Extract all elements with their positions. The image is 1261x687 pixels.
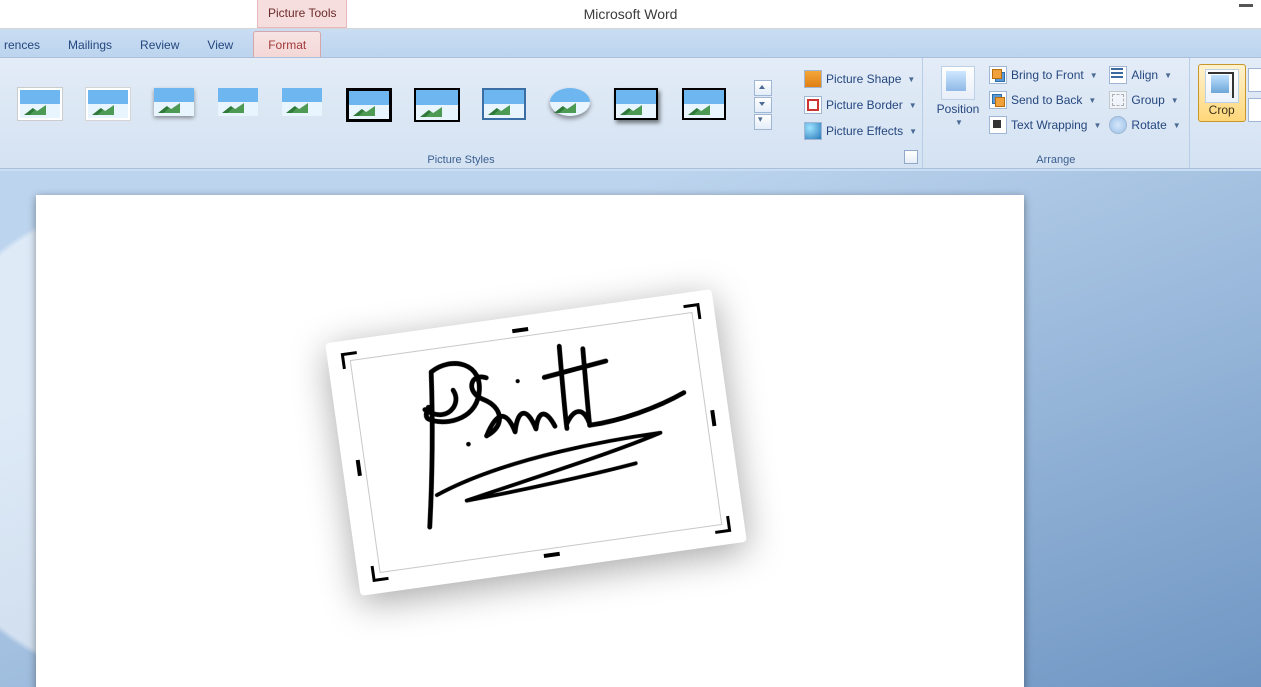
position-icon [941, 66, 975, 100]
minimize-icon[interactable] [1239, 4, 1253, 7]
text-wrapping-icon [989, 116, 1007, 134]
chevron-down-icon: ▼ [1093, 121, 1101, 130]
picture-border-label: Picture Border [826, 98, 903, 112]
crop-handle-bottom-left[interactable] [370, 557, 395, 582]
bring-to-front-button[interactable]: Bring to Front ▼ [987, 64, 1103, 86]
gallery-spinner [754, 80, 772, 131]
tab-view[interactable]: View [193, 32, 247, 57]
picture-effects-icon [804, 122, 822, 140]
chevron-down-icon: ▼ [1171, 96, 1179, 105]
chevron-down-icon: ▼ [1164, 71, 1172, 80]
crop-handle-top-left[interactable] [341, 350, 366, 375]
gallery-more[interactable] [754, 114, 772, 130]
app-title: Microsoft Word [584, 0, 678, 28]
tab-review[interactable]: Review [126, 32, 193, 57]
gallery-row-down[interactable] [754, 97, 772, 113]
align-label: Align [1131, 68, 1158, 82]
chevron-down-icon: ▼ [1088, 96, 1096, 105]
document-page[interactable] [36, 195, 1024, 687]
picture-styles-gallery: Picture Shape ▼ Picture Border ▼ Picture… [6, 62, 916, 142]
gallery-row-up[interactable] [754, 80, 772, 96]
group-label-arrange: Arrange [923, 154, 1189, 166]
crop-icon [1205, 69, 1239, 103]
chevron-down-icon: ▼ [1173, 121, 1181, 130]
send-to-back-label: Send to Back [1011, 93, 1082, 107]
picture-shape-button[interactable]: Picture Shape ▼ [802, 68, 919, 90]
height-input[interactable] [1248, 68, 1261, 92]
picture-border-button[interactable]: Picture Border ▼ [802, 94, 919, 116]
title-bar: Picture Tools Microsoft Word [0, 0, 1261, 29]
group-size: Crop [1190, 58, 1261, 168]
rotate-button[interactable]: Rotate ▼ [1107, 114, 1182, 136]
rotate-label: Rotate [1131, 118, 1166, 132]
picture-styles-dialog-launcher[interactable] [904, 150, 918, 164]
picture-style-11[interactable] [682, 88, 726, 122]
picture-style-1[interactable] [18, 88, 62, 122]
picture-effects-button[interactable]: Picture Effects ▼ [802, 120, 919, 142]
chevron-down-icon: ▼ [955, 118, 963, 127]
group-picture-styles: Picture Shape ▼ Picture Border ▼ Picture… [0, 58, 923, 168]
chevron-down-icon: ▼ [909, 127, 917, 136]
rotate-icon [1109, 116, 1127, 134]
group-label: Group [1131, 93, 1164, 107]
picture-style-9[interactable] [550, 88, 590, 122]
contextual-tab-picture-tools: Picture Tools [257, 0, 347, 28]
crop-handle-top-right[interactable] [677, 303, 702, 328]
group-label-picture-styles: Picture Styles [0, 154, 922, 166]
picture-adjust-menu: Picture Shape ▼ Picture Border ▼ Picture… [802, 68, 919, 142]
ribbon-tab-strip: rences Mailings Review View Format [0, 29, 1261, 58]
crop-label: Crop [1209, 103, 1235, 117]
document-background [0, 171, 1261, 687]
size-inputs [1248, 62, 1261, 128]
tab-mailings[interactable]: Mailings [54, 32, 126, 57]
picture-style-5[interactable] [282, 88, 322, 122]
group-button: Group ▼ [1107, 89, 1182, 111]
picture-shape-icon [804, 70, 822, 88]
picture-style-2[interactable] [86, 88, 130, 122]
picture-style-4[interactable] [218, 88, 258, 122]
text-wrapping-label: Text Wrapping [1011, 118, 1087, 132]
tab-format[interactable]: Format [253, 31, 321, 57]
bring-to-front-label: Bring to Front [1011, 68, 1084, 82]
align-button[interactable]: Align ▼ [1107, 64, 1182, 86]
crop-button[interactable]: Crop [1198, 64, 1246, 122]
width-input[interactable] [1248, 98, 1261, 122]
position-button[interactable]: Position ▼ [929, 62, 987, 168]
crop-handle-bottom-right[interactable] [706, 510, 731, 535]
chevron-down-icon: ▼ [1090, 71, 1098, 80]
picture-style-3[interactable] [154, 88, 194, 122]
bring-to-front-icon [989, 66, 1007, 84]
picture-style-8[interactable] [482, 88, 526, 122]
picture-shape-label: Picture Shape [826, 72, 901, 86]
position-label: Position [937, 102, 980, 116]
tab-references[interactable]: rences [0, 32, 54, 57]
send-to-back-icon [989, 91, 1007, 109]
ribbon: Picture Shape ▼ Picture Border ▼ Picture… [0, 58, 1261, 169]
chevron-down-icon: ▼ [909, 101, 917, 110]
chevron-down-icon: ▼ [907, 75, 915, 84]
picture-effects-label: Picture Effects [826, 124, 903, 138]
picture-style-7[interactable] [414, 88, 458, 122]
text-wrapping-button[interactable]: Text Wrapping ▼ [987, 114, 1103, 136]
group-icon [1109, 91, 1127, 109]
picture-style-6[interactable] [346, 88, 390, 122]
align-icon [1109, 66, 1127, 84]
group-arrange: Position ▼ Bring to Front ▼ Send to Back… [923, 58, 1190, 168]
send-to-back-button[interactable]: Send to Back ▼ [987, 89, 1103, 111]
picture-border-icon [804, 96, 822, 114]
inserted-picture[interactable] [325, 289, 747, 596]
picture-style-10[interactable] [614, 88, 658, 122]
